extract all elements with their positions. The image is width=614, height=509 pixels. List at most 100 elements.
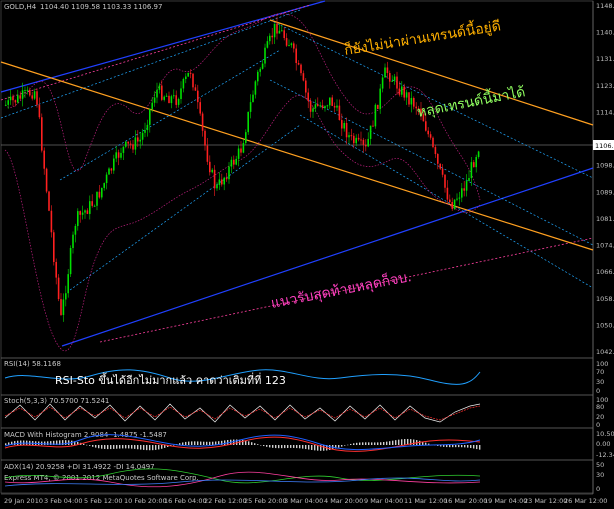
macd-histogram-bar (446, 445, 448, 448)
candle-body (432, 137, 434, 148)
candle-body (77, 211, 79, 226)
blue-channel-upper[interactable] (0, 0, 326, 93)
macd-histogram-bar (149, 445, 151, 451)
time-axis: 29 Jan 2010 3 Feb 04:00 5 Feb 12:00 10 Feb … (4, 497, 607, 505)
candle-body (403, 86, 405, 98)
candle-body (24, 90, 26, 92)
candle-body (122, 146, 125, 153)
macd-histogram-bar (293, 445, 295, 448)
price-tick-label: 1098.65 (596, 162, 614, 170)
time-tick-label: 10 Feb 20:00 (124, 497, 167, 505)
candle-body (367, 138, 369, 147)
candle-body (235, 158, 237, 165)
macd-histogram-bar (155, 445, 157, 450)
candle-body (199, 102, 201, 114)
candle-body (396, 76, 398, 89)
candle-body (314, 104, 317, 109)
candle-body (276, 23, 278, 34)
candle-body (41, 117, 43, 151)
candle-body (36, 91, 38, 105)
candle-body (453, 199, 456, 209)
candle-body (26, 89, 29, 91)
macd-histogram-bar (443, 445, 445, 447)
candle-body (115, 152, 117, 159)
time-tick-label: 4 Mar 20:00 (324, 497, 363, 505)
macd-panel[interactable]: MACD With Histogram 2.9084 -1.4875 -1.54… (4, 430, 614, 459)
candle-body (81, 212, 84, 215)
candle-body (338, 105, 341, 121)
candle-body (288, 45, 290, 47)
cyan-dotted-line[interactable] (0, 9, 301, 119)
macd-histogram-bar (287, 445, 289, 448)
candle-body (19, 95, 21, 99)
macd-histogram-bar (404, 439, 406, 445)
candle-body (55, 261, 57, 278)
candle-body (391, 80, 393, 82)
adx-tick: 50 (596, 461, 604, 469)
candle-body (295, 48, 297, 64)
stoch-label: Stoch(5,3,3) 70.5700 71.5241 (4, 397, 109, 405)
candle-body (331, 97, 333, 106)
cyan-dotted-line[interactable] (69, 124, 301, 291)
blue-channel-lower[interactable] (61, 167, 594, 347)
macd-histogram-bar (302, 445, 304, 449)
candle-body (413, 98, 415, 107)
macd-histogram-bar (143, 445, 145, 450)
macd-histogram-bar (323, 445, 325, 451)
candle-body (221, 179, 223, 185)
macd-histogram-bar (257, 444, 259, 445)
candle-body (189, 72, 192, 74)
candle-body (225, 177, 228, 180)
candle-body (425, 121, 427, 131)
macd-histogram-bar (209, 441, 211, 445)
candle-body (177, 99, 180, 105)
trading-chart-window[interactable]: GOLD,H4 1104.40 1109.58 1103.33 1106.97 … (0, 0, 614, 509)
rsi-tick: 100 (596, 360, 608, 368)
candle-body (132, 144, 134, 150)
macd-histogram-bar (413, 439, 415, 445)
candle-body (240, 148, 242, 153)
candle-body (473, 162, 475, 168)
adx-panel[interactable]: ADX(14) 20.9258 +DI 31.4922 -DI 14.0497 … (4, 461, 604, 493)
time-tick-label: 11 Mar 12:00 (404, 497, 447, 505)
stoch-panel[interactable]: Stoch(5,3,3) 70.5700 71.5241 100 80 20 0 (4, 396, 608, 429)
macd-histogram-bar (194, 441, 196, 445)
macd-histogram-bar (347, 444, 349, 446)
candle-body (137, 137, 139, 142)
macd-histogram-bar (203, 441, 205, 445)
candle-body (249, 102, 252, 112)
cyan-dotted-line[interactable] (299, 114, 594, 289)
candle-body (125, 141, 127, 147)
macd-histogram-bar (452, 445, 454, 448)
candle-body (65, 293, 67, 300)
macd-histogram-bar (44, 441, 46, 445)
candle-body (170, 96, 173, 104)
macd-histogram-bar (266, 445, 268, 447)
price-tick-label: 1123.20 (596, 82, 614, 90)
stoch-tick: 20 (596, 413, 604, 421)
candle-body (266, 41, 269, 48)
price-tick-label: 1042.35 (596, 348, 614, 356)
candle-body (213, 169, 216, 189)
candle-body (129, 143, 132, 145)
candle-body (384, 67, 386, 78)
candle-body (89, 201, 91, 214)
cyan-dotted-line[interactable] (59, 49, 281, 181)
rsi-panel[interactable]: RSI(14) 58.1168 RSI-Sto ขึ้นได้อีกไม่มาก… (4, 360, 608, 395)
candle-body (5, 104, 7, 106)
candle-body (60, 299, 62, 315)
candle-body (168, 95, 170, 104)
stoch-tick: 80 (596, 403, 604, 411)
candle-body (441, 168, 444, 175)
candle-body (180, 88, 182, 100)
candle-body (405, 92, 408, 98)
candle-body (228, 166, 230, 180)
candle-body (429, 134, 432, 138)
candle-body (290, 43, 293, 46)
macd-histogram-bar (401, 439, 403, 445)
candle-body (362, 139, 365, 145)
macd-histogram-bar (386, 441, 388, 445)
price-chart[interactable]: GOLD,H4 1104.40 1109.58 1103.33 1106.97 … (0, 0, 614, 509)
candle-body (271, 35, 273, 38)
macd-histogram-bar (92, 445, 94, 447)
